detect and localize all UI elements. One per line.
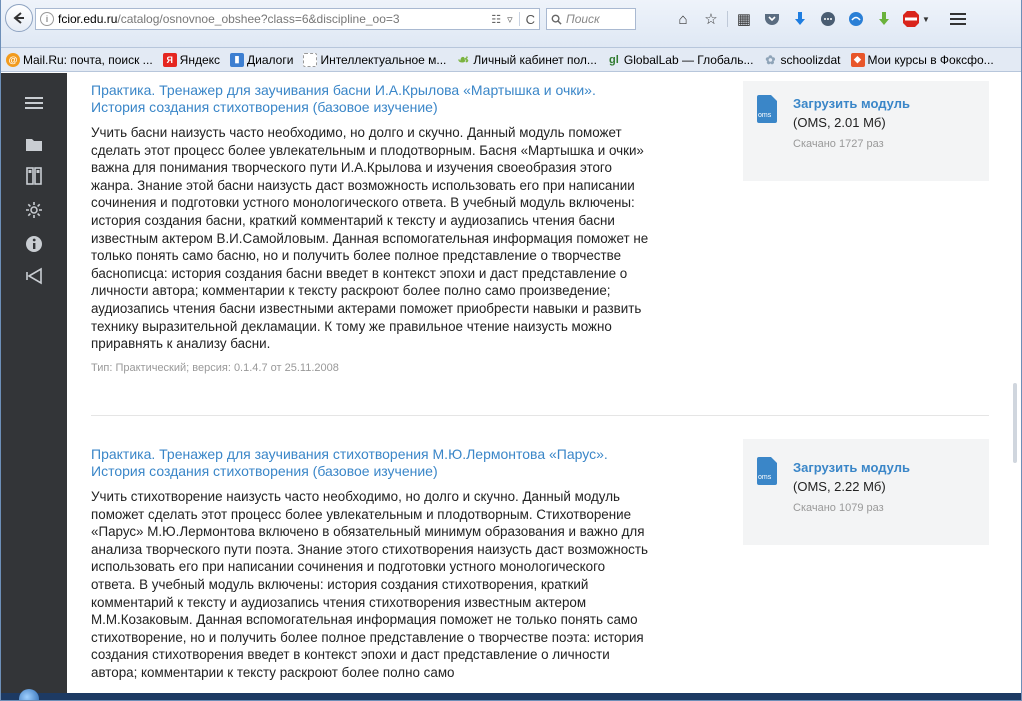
chat-icon[interactable] (814, 8, 842, 30)
folder-icon[interactable] (1, 129, 67, 159)
bookmark-item[interactable]: ☙ Личный кабинет пол... (451, 51, 602, 67)
download-panel: oms Загрузить модуль (OMS, 2.22 Мб) Скач… (743, 439, 989, 545)
browser-window: i fcior.edu.ru/catalog/osnovnoe_obshee?c… (0, 0, 1022, 701)
module-description: Учить басни наизусть часто необходимо, н… (91, 125, 649, 352)
oms-file-icon: oms (757, 457, 777, 485)
green-download-icon[interactable] (870, 8, 898, 30)
download-count: Скачано 1727 раз (793, 138, 884, 150)
url-path: /catalog/osnovnoe_obshee?class=6&discipl… (117, 12, 400, 26)
reader-view-icon[interactable]: ☷ (491, 13, 501, 26)
oms-file-icon: oms (757, 95, 777, 123)
foxford-icon: ◆ (850, 52, 865, 67)
dialogs-icon: ▮ (230, 52, 245, 67)
back-button[interactable] (5, 4, 33, 32)
bookmark-item[interactable]: @ Mail.Ru: почта, поиск ... (1, 52, 158, 67)
download-module-link[interactable]: Загрузить модуль (793, 96, 910, 111)
arrow-left-icon (13, 12, 24, 24)
bookmark-item[interactable]: ◆ Мои курсы в Фоксфо... (846, 52, 999, 67)
pocket-icon[interactable] (758, 8, 786, 30)
module-description: Учить стихотворение наизусть часто необх… (91, 489, 648, 680)
bookmark-item[interactable]: ✿ schoolizdat (758, 53, 845, 67)
module-title-link[interactable]: Практика. Тренажер для заучивания басни … (91, 82, 651, 116)
yandex-icon: Я (162, 52, 177, 67)
module-meta: Тип: Практический; версия: 0.1.4.7 от 25… (91, 361, 339, 374)
announce-icon[interactable] (1, 261, 67, 291)
nav-toolbar: i fcior.edu.ru/catalog/osnovnoe_obshee?c… (1, 0, 1021, 48)
module-card: Практика. Тренажер для заучивания стихот… (91, 446, 651, 682)
url-host: fcior.edu.ru (58, 12, 118, 26)
info-icon[interactable] (1, 229, 67, 259)
home-icon[interactable]: ⌂ (669, 8, 697, 30)
bookmark-item[interactable]: Интеллектуальное м... (298, 52, 451, 67)
left-sidebar (1, 73, 67, 693)
toolbar-icons: ⌂ ☆ ▦ ▼ (669, 8, 972, 30)
star-icon[interactable]: ☆ (697, 8, 725, 30)
search-icon (551, 14, 562, 25)
dropdown-icon[interactable]: ▿ (507, 13, 513, 26)
menu-icon[interactable] (1, 88, 67, 118)
site-info-icon[interactable]: i (40, 12, 54, 26)
reload-icon[interactable]: C (526, 12, 535, 27)
globallab-icon: gl (609, 53, 619, 66)
search-input[interactable]: Поиск (546, 8, 636, 30)
download-count: Скачано 1079 раз (793, 502, 884, 514)
adblock-icon[interactable]: ▼ (898, 8, 934, 30)
bookmarks-bar: @ Mail.Ru: почта, поиск ... Я Яндекс ▮ Д… (1, 48, 1021, 72)
extension-icon[interactable] (842, 8, 870, 30)
module-divider (91, 415, 989, 416)
page-icon (303, 52, 318, 67)
download-panel: oms Загрузить модуль (OMS, 2.01 Мб) Скач… (743, 81, 989, 181)
bookmark-item[interactable]: Я Яндекс (158, 52, 225, 67)
bookmark-item[interactable]: ▮ Диалоги (225, 52, 298, 67)
module-card: Практика. Тренажер для заучивания басни … (91, 82, 651, 374)
file-info: (OMS, 2.01 Мб) (793, 115, 886, 130)
menu-hamburger-icon[interactable] (944, 8, 972, 30)
mailru-icon: @ (6, 52, 20, 67)
library-icon[interactable]: ▦ (730, 8, 758, 30)
schoolizdat-icon: ✿ (765, 52, 776, 67)
download-module-link[interactable]: Загрузить модуль (793, 460, 910, 475)
address-bar[interactable]: i fcior.edu.ru/catalog/osnovnoe_obshee?c… (35, 8, 540, 30)
leaf-icon: ☙ (457, 51, 470, 67)
bookmark-item[interactable]: gl GlobalLab — Глобаль... (602, 53, 759, 67)
file-info: (OMS, 2.22 Мб) (793, 479, 886, 494)
module-title-link[interactable]: Практика. Тренажер для заучивания стихот… (91, 446, 651, 480)
os-taskbar (1, 689, 1021, 700)
vertical-scrollbar[interactable] (1013, 73, 1019, 693)
catalog-icon[interactable] (1, 161, 67, 191)
catalog-content: Практика. Тренажер для заучивания басни … (67, 73, 1017, 693)
download-arrow-icon[interactable] (786, 8, 814, 30)
search-placeholder: Поиск (566, 12, 600, 26)
settings-gear-icon[interactable] (1, 195, 67, 225)
